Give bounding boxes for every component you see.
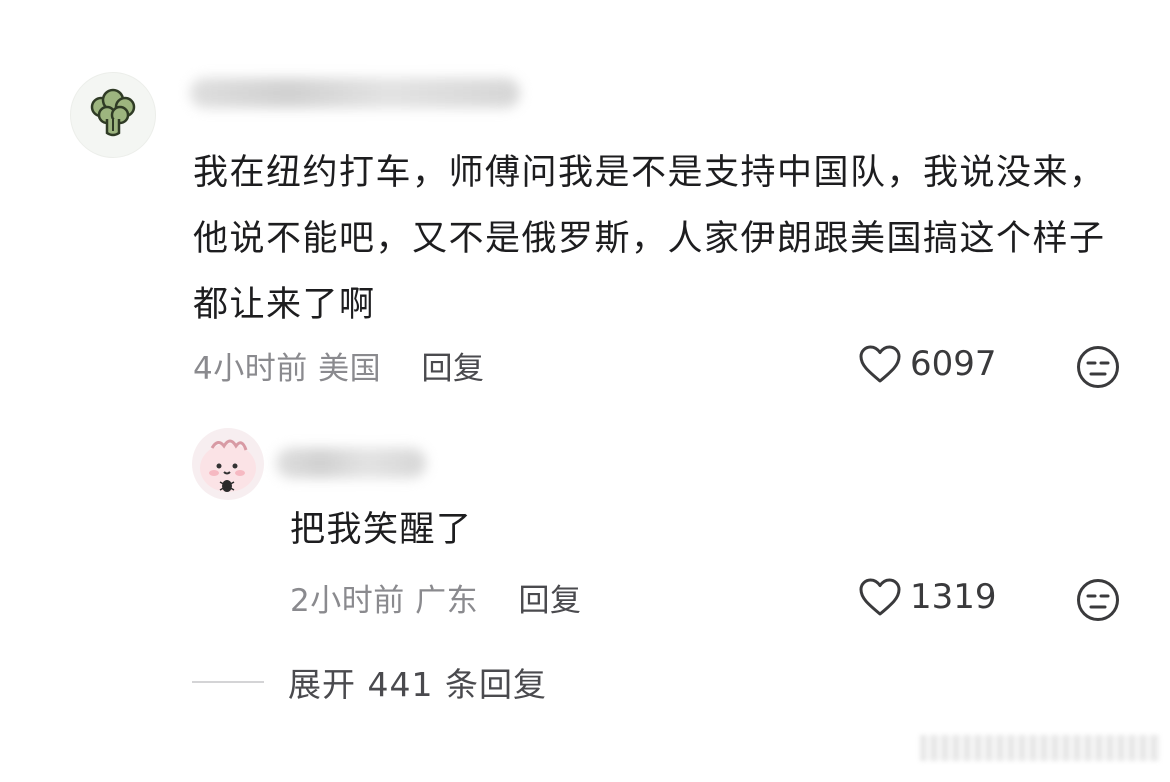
expand-divider [192, 681, 264, 683]
reply-button[interactable]: 回复 [421, 351, 484, 387]
dislike-face-icon[interactable] [1076, 578, 1120, 622]
like-button[interactable]: 6097 [858, 344, 997, 384]
cartoon-avatar-icon [200, 439, 256, 492]
reply-meta: 2小时前 广东 回复 [290, 575, 581, 620]
reply-location: 广东 [415, 583, 479, 619]
reply-avatar[interactable] [192, 428, 264, 500]
reply-like-button[interactable]: 1319 [858, 577, 997, 617]
expand-replies-label: 展开 441 条回复 [288, 665, 547, 704]
reply-reply-button[interactable]: 回复 [518, 583, 581, 619]
broccoli-icon [90, 88, 136, 137]
reply-text: 把我笑醒了 [290, 510, 473, 550]
blurred-reply-username [276, 448, 426, 478]
heart-icon [859, 578, 901, 616]
comment-time: 4小时前 [193, 351, 308, 387]
comment-meta: 4小时前 美国 回复 [193, 343, 484, 388]
comment-location: 美国 [318, 351, 382, 387]
like-count: 6097 [910, 344, 997, 384]
blurred-username [190, 78, 520, 108]
avatar[interactable] [70, 72, 156, 158]
expand-replies-button[interactable]: 展开 441 条回复 [192, 658, 547, 706]
heart-icon [859, 345, 901, 383]
reply-time: 2小时前 [290, 583, 405, 619]
reply-like-count: 1319 [910, 577, 997, 617]
dislike-face-icon[interactable] [1076, 345, 1120, 389]
watermark [920, 735, 1160, 761]
comment-text: 我在纽约打车，师傅问我是不是支持中国队，我说没来，他说不能吧，又不是俄罗斯，人家… [193, 153, 1106, 325]
